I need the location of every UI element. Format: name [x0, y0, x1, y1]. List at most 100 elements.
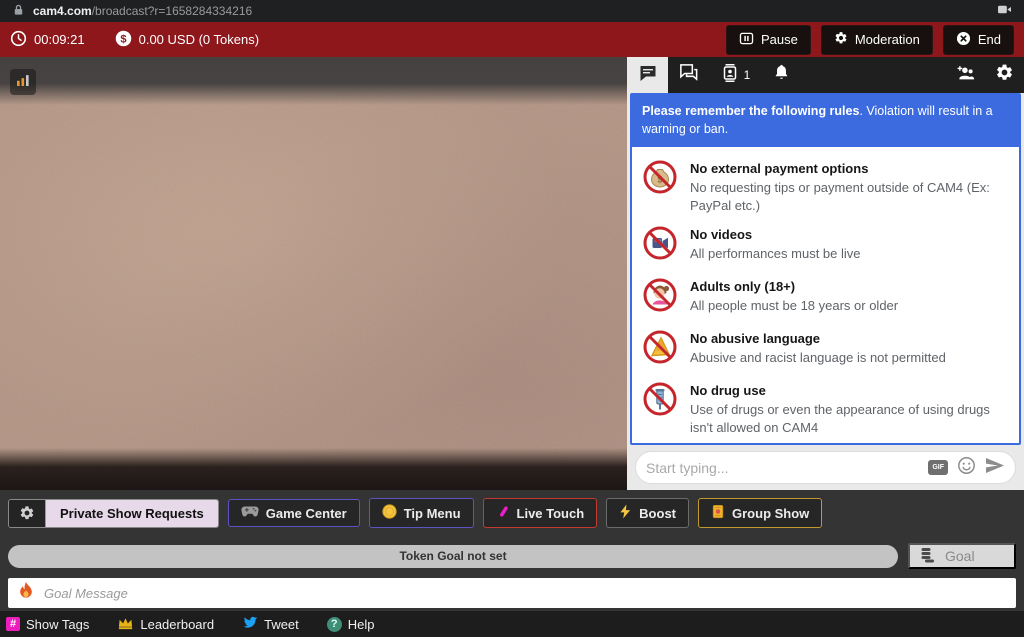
leaderboard-link[interactable]: Leaderboard	[117, 616, 214, 633]
lock-icon	[12, 3, 25, 19]
video-noise-texture	[0, 57, 627, 490]
chat-input-row: GIF	[627, 445, 1024, 490]
chat-bubble-icon	[638, 63, 658, 88]
rule-desc: No requesting tips or payment outside of…	[690, 179, 1009, 214]
list-item: No drug use Use of drugs or even the app…	[642, 381, 1009, 436]
dollar-icon: $	[115, 30, 132, 50]
leaderboard-label: Leaderboard	[140, 617, 214, 632]
tab-chat[interactable]	[627, 57, 668, 93]
token-goal-progress-bar[interactable]: Token Goal not set	[8, 545, 898, 568]
goal-row: Token Goal not set Goal	[8, 543, 1016, 569]
rule-title: Adults only (18+)	[690, 279, 898, 294]
chat-input-pill: GIF	[635, 451, 1016, 484]
rule-desc: Use of drugs or even the appearance of u…	[690, 401, 1009, 436]
browser-url-bar: cam4.com/broadcast?r=1658284334216	[0, 0, 1024, 22]
list-item: Adults only (18+) All people must be 18 …	[642, 277, 1009, 318]
live-touch-button[interactable]: Live Touch	[483, 498, 598, 528]
tab-private-chats[interactable]	[668, 57, 709, 93]
chat-panel: 1 Please remember the following	[627, 57, 1024, 490]
gamepad-icon	[241, 505, 259, 521]
tweet-label: Tweet	[264, 617, 299, 632]
rule-title: No external payment options	[690, 161, 1009, 176]
moderation-button[interactable]: Moderation	[821, 25, 933, 55]
coin-stack-icon	[920, 546, 936, 566]
svg-text:$: $	[120, 33, 127, 45]
chat-bubbles-icon	[678, 62, 699, 88]
goal-button[interactable]: Goal	[908, 543, 1016, 569]
footer-link-bar: # Show Tags Leaderboard Tweet ? Help	[0, 611, 1024, 637]
private-show-settings-button[interactable]	[9, 500, 45, 527]
help-icon: ?	[327, 617, 342, 632]
no-external-payment-icon: $	[642, 159, 678, 200]
boost-button[interactable]: Boost	[606, 498, 689, 528]
stream-timer: 00:09:21	[10, 30, 85, 50]
tab-viewers[interactable]: 1	[709, 57, 761, 93]
chat-message-input[interactable]	[646, 460, 919, 476]
broadcast-status-bar: 00:09:21 $ 0.00 USD (0 Tokens) Pause Mod…	[0, 22, 1024, 57]
webcam-video-preview	[0, 57, 627, 490]
ticket-icon	[711, 504, 725, 522]
group-show-button[interactable]: Group Show	[698, 498, 822, 528]
feature-toolbar: Private Show Requests Game Center Tip Me…	[8, 498, 1016, 528]
live-touch-label: Live Touch	[517, 506, 585, 521]
list-item: $ No external payment options No request…	[642, 159, 1009, 214]
end-circle-x-icon	[956, 31, 971, 49]
tab-notifications[interactable]	[761, 57, 802, 93]
rules-list: $ No external payment options No request…	[632, 147, 1019, 445]
earnings: $ 0.00 USD (0 Tokens)	[115, 30, 259, 50]
chat-messages-area: Please remember the following rules. Vio…	[630, 93, 1021, 445]
clock-icon	[10, 30, 27, 50]
broadcast-controls: Private Show Requests Game Center Tip Me…	[0, 490, 1024, 637]
end-broadcast-button[interactable]: End	[943, 25, 1014, 55]
rules-banner: Please remember the following rules. Vio…	[632, 95, 1019, 147]
rule-desc: All people must be 18 years or older	[690, 297, 898, 315]
url-text[interactable]: cam4.com/broadcast?r=1658284334216	[33, 4, 252, 18]
rule-desc: All performances must be live	[690, 245, 861, 263]
pause-button[interactable]: Pause	[726, 25, 811, 55]
rule-desc: Abusive and racist language is not permi…	[690, 349, 946, 367]
emoji-icon[interactable]	[957, 456, 976, 480]
group-show-label: Group Show	[732, 506, 809, 521]
boost-label: Boost	[639, 506, 676, 521]
private-show-requests-button[interactable]: Private Show Requests	[8, 499, 219, 528]
videocam-icon[interactable]	[997, 3, 1012, 19]
rule-title: No abusive language	[690, 331, 946, 346]
touch-toy-icon	[496, 504, 510, 522]
help-label: Help	[348, 617, 375, 632]
send-icon[interactable]	[985, 457, 1005, 479]
goal-message-input[interactable]	[44, 586, 1007, 601]
goal-message-field	[8, 578, 1016, 608]
hashtag-icon: #	[6, 617, 20, 631]
crown-icon	[117, 616, 134, 633]
game-center-button[interactable]: Game Center	[228, 499, 360, 527]
no-abusive-language-icon	[642, 329, 678, 370]
coin-icon	[382, 504, 397, 522]
tip-menu-label: Tip Menu	[404, 506, 461, 521]
show-tags-label: Show Tags	[26, 617, 89, 632]
rule-title: No drug use	[690, 383, 1009, 398]
bell-icon	[772, 63, 791, 87]
show-tags-link[interactable]: # Show Tags	[6, 617, 89, 632]
invite-moderator-button[interactable]	[943, 57, 985, 93]
token-goal-status: Token Goal not set	[399, 549, 506, 563]
pause-label: Pause	[761, 32, 798, 47]
chat-tab-bar: 1	[627, 57, 1024, 93]
gear-icon	[995, 63, 1014, 87]
viewer-count-badge: 1	[744, 68, 751, 82]
chat-settings-button[interactable]	[985, 57, 1024, 93]
tweet-link[interactable]: Tweet	[242, 616, 299, 633]
stream-stats-button[interactable]	[10, 69, 36, 95]
tip-menu-button[interactable]: Tip Menu	[369, 498, 474, 528]
earnings-value: 0.00 USD (0 Tokens)	[139, 32, 259, 47]
private-show-requests-label: Private Show Requests	[45, 500, 218, 527]
help-link[interactable]: ? Help	[327, 617, 375, 632]
bar-chart-icon	[14, 71, 32, 94]
no-drug-use-icon	[642, 381, 678, 422]
url-host: cam4.com	[33, 4, 92, 18]
gif-icon[interactable]: GIF	[928, 460, 948, 475]
person-add-icon	[953, 63, 975, 88]
adults-only-icon	[642, 277, 678, 318]
pause-icon	[739, 32, 754, 48]
end-label: End	[978, 32, 1001, 47]
timer-value: 00:09:21	[34, 32, 85, 47]
